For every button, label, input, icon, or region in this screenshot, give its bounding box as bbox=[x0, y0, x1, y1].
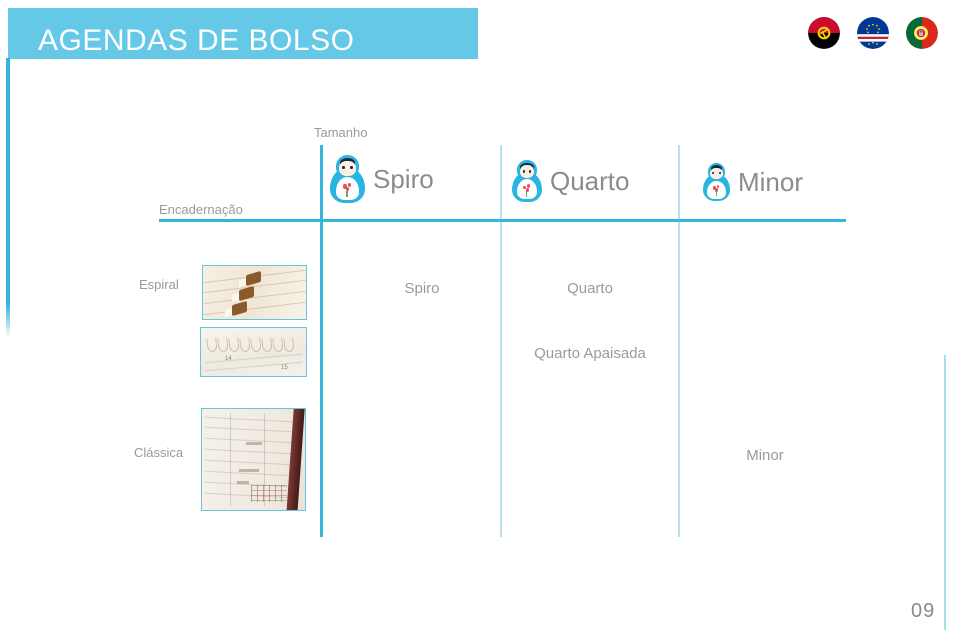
header-rule bbox=[159, 219, 846, 222]
matryoshka-doll-icon bbox=[703, 163, 730, 201]
row-label-classica: Clássica bbox=[134, 445, 184, 460]
matryoshka-doll-icon bbox=[512, 160, 542, 202]
column-divider-2 bbox=[500, 145, 502, 537]
axis-label-encadernacao: Encadernação bbox=[159, 202, 243, 217]
column-header-quarto[interactable]: Quarto bbox=[512, 160, 630, 202]
column-divider-1 bbox=[320, 145, 323, 537]
comparison-matrix: Tamanho Encadernação Spiro Quarto Minor … bbox=[0, 0, 960, 630]
page-number: 09 bbox=[911, 600, 936, 622]
column-header-label: Minor bbox=[738, 167, 804, 197]
row-label-espiral: Espiral bbox=[139, 277, 179, 292]
matrix-cell-espiral-quarto-apaisada: Quarto Apaisada bbox=[534, 345, 646, 362]
column-header-spiro[interactable]: Spiro bbox=[330, 155, 434, 203]
matrix-cell-espiral-quarto: Quarto bbox=[567, 280, 613, 297]
thumbnail-espiral-page[interactable]: 14 15 bbox=[200, 327, 307, 377]
column-header-label: Quarto bbox=[550, 166, 630, 196]
matrix-cell-classica-minor: Minor bbox=[746, 447, 784, 464]
thumbnail-espiral-binding-closeup[interactable] bbox=[202, 265, 307, 320]
column-header-label: Spiro bbox=[373, 164, 434, 194]
matrix-cell-espiral-spiro: Spiro bbox=[404, 280, 440, 297]
matryoshka-doll-icon bbox=[330, 155, 365, 203]
column-divider-3 bbox=[678, 145, 680, 537]
column-header-minor[interactable]: Minor bbox=[703, 163, 803, 201]
axis-label-tamanho: Tamanho bbox=[314, 125, 368, 140]
thumbnail-classica-diary[interactable] bbox=[201, 408, 306, 511]
